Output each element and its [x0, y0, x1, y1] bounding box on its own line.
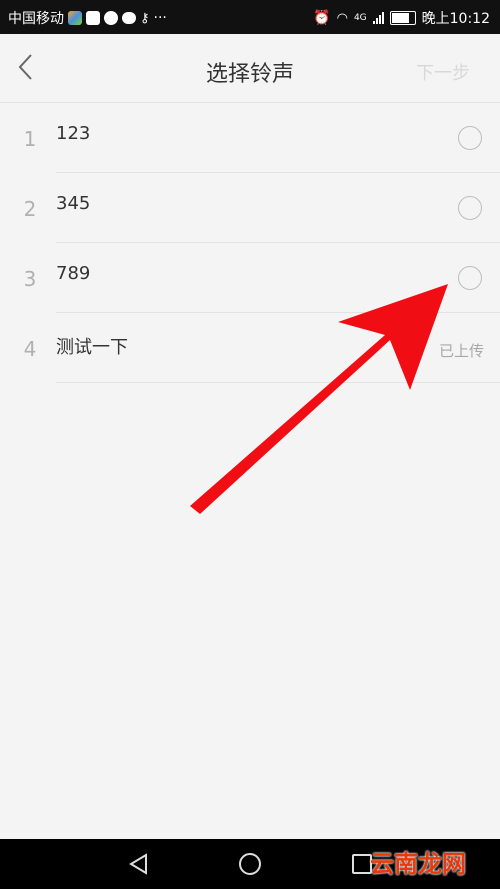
ringtone-list: 1 123 2 345 3 789 4 测试一下 已上传	[0, 103, 500, 383]
item-index: 4	[23, 337, 37, 361]
message-icon	[122, 12, 136, 24]
nav-recents-icon[interactable]	[352, 854, 372, 874]
ringtone-name: 345	[56, 193, 91, 214]
nav-back-icon[interactable]	[128, 853, 150, 875]
ringtone-name: 123	[56, 123, 91, 144]
wifi-icon: ◠	[336, 10, 348, 26]
list-item[interactable]: 4 测试一下 已上传	[0, 313, 500, 383]
clock: 晚上10:12	[421, 11, 490, 27]
select-radio[interactable]	[458, 196, 482, 220]
item-index: 1	[23, 127, 37, 151]
divider	[56, 382, 500, 383]
signal-icon	[372, 12, 384, 24]
list-item[interactable]: 3 789	[0, 243, 500, 313]
camera-icon	[104, 11, 118, 25]
select-radio[interactable]	[458, 126, 482, 150]
status-bar: 中国移动 ⚷ ··· ⏰ ◠ 4G 晚上10:12	[0, 0, 500, 34]
next-step-button[interactable]: 下一步	[416, 59, 470, 85]
more-notifications: ···	[153, 10, 167, 26]
select-radio[interactable]	[458, 266, 482, 290]
item-index: 2	[23, 197, 37, 221]
alarm-icon: ⏰	[313, 10, 331, 26]
network-type: 4G	[353, 13, 367, 23]
watermark: 云南龙网	[370, 850, 466, 878]
nav-home-icon[interactable]	[239, 853, 261, 875]
header-bar: 选择铃声 下一步	[0, 34, 500, 103]
ringtone-name: 789	[56, 263, 91, 284]
list-item[interactable]: 1 123	[0, 103, 500, 173]
battery-icon	[389, 11, 416, 25]
ringtone-name: 测试一下	[56, 337, 128, 358]
key-icon: ⚷	[140, 10, 150, 26]
photos-icon	[68, 11, 82, 25]
item-index: 3	[23, 267, 37, 291]
carrier-label: 中国移动	[8, 11, 64, 27]
navigation-bar: 云南龙网	[0, 839, 500, 889]
list-item[interactable]: 2 345	[0, 173, 500, 243]
upload-status: 已上传	[438, 342, 484, 360]
tiktok-icon	[86, 11, 100, 25]
